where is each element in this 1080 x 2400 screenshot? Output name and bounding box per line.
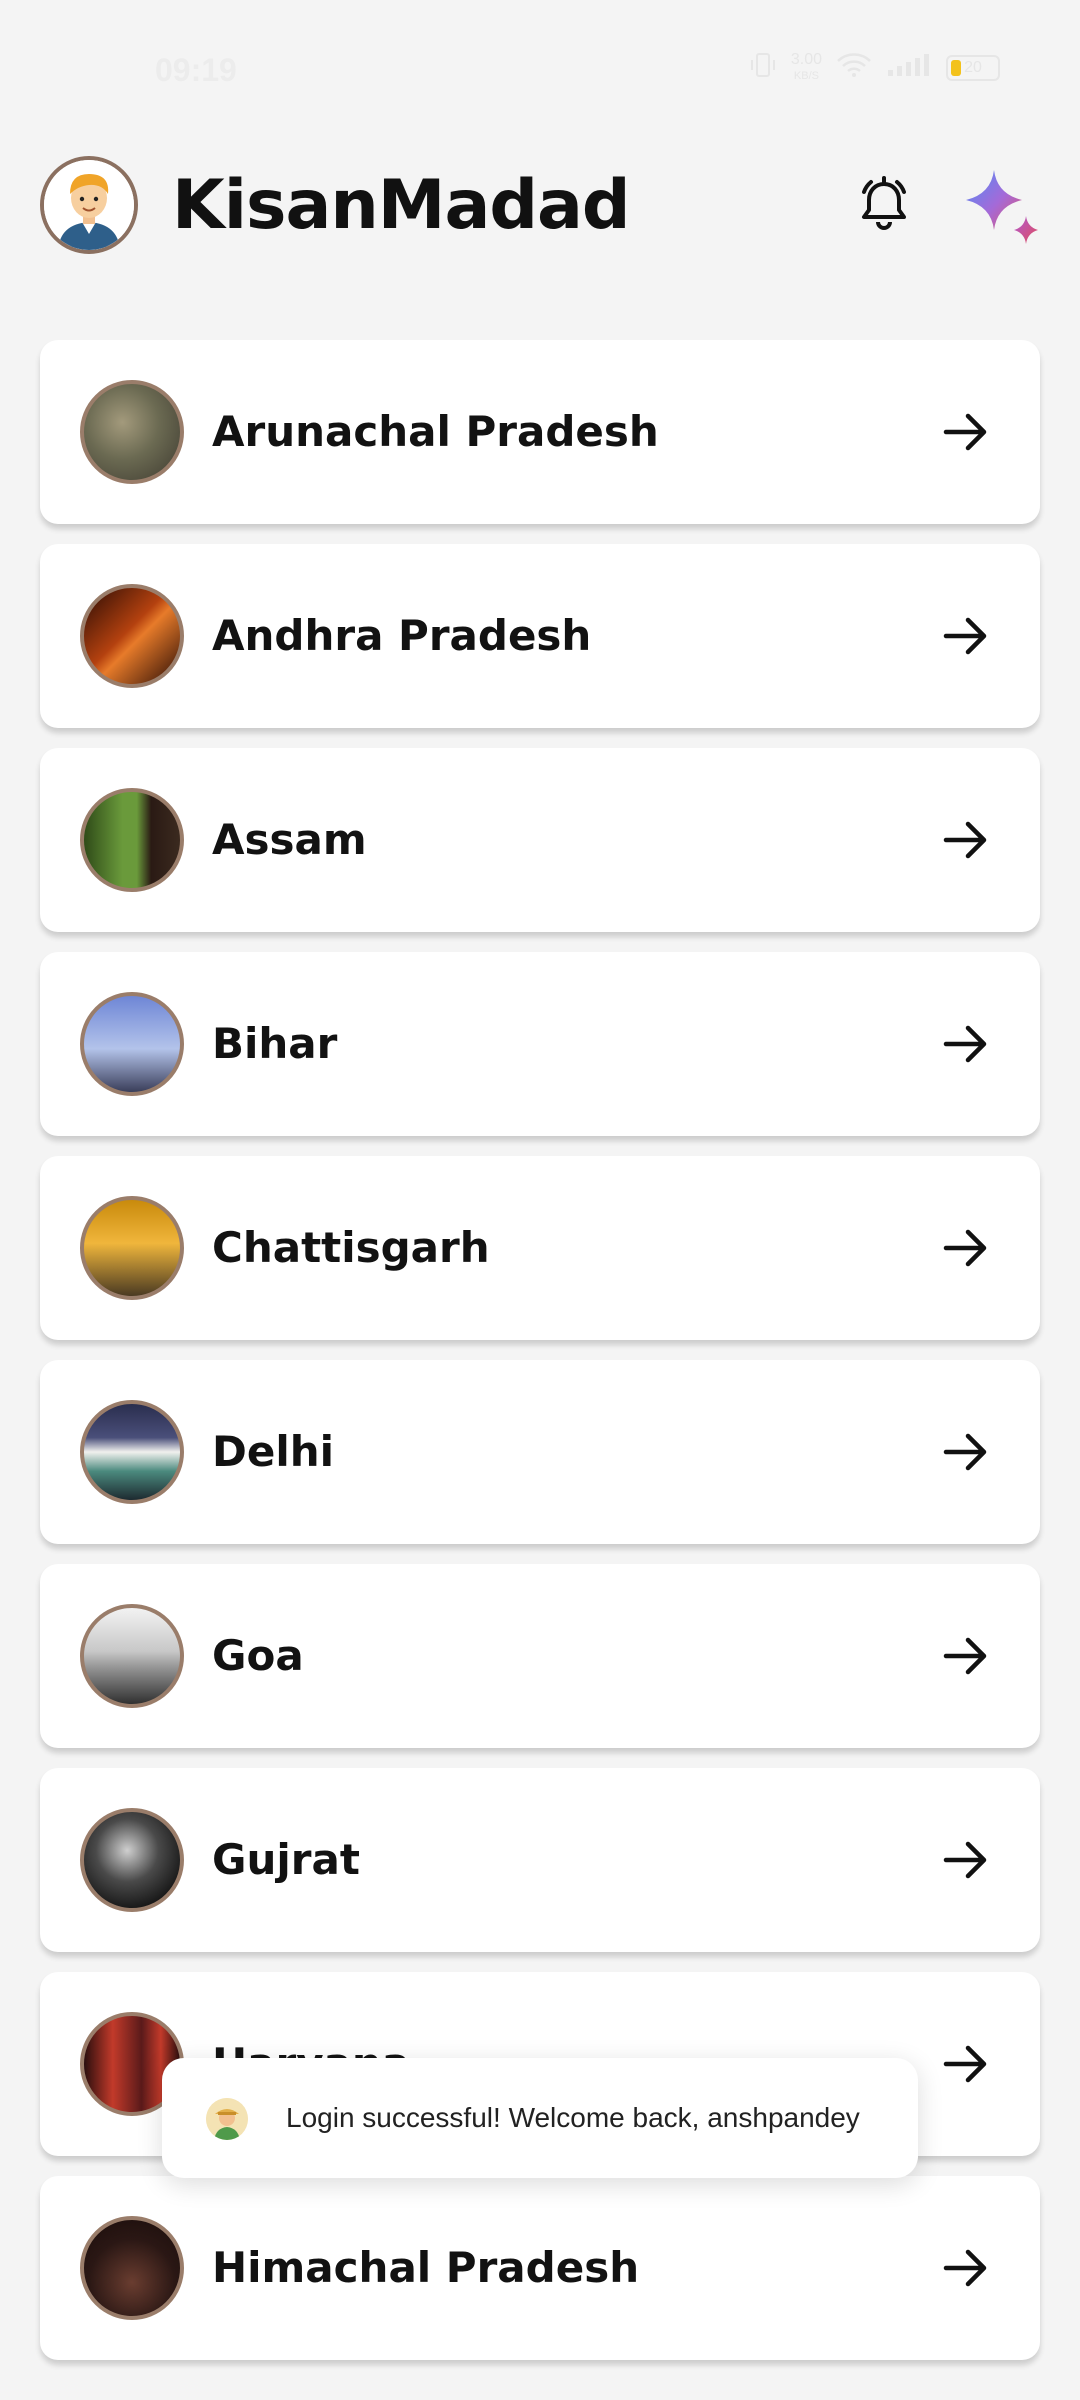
state-thumbnail (80, 380, 184, 484)
state-name: Delhi (212, 1427, 335, 1476)
signal-icon (886, 52, 932, 84)
login-toast: Login successful! Welcome back, anshpand… (162, 2058, 918, 2178)
network-speed: 3.00 KB/S (791, 52, 822, 84)
status-time: 09:19 (155, 52, 237, 88)
status-bar: 09:19 3.00 KB/S 20 (0, 0, 1080, 120)
state-name: Goa (212, 1631, 304, 1680)
state-card-bihar[interactable]: Bihar (40, 952, 1040, 1136)
battery-icon: 20 (946, 55, 1000, 81)
state-thumbnail (80, 1196, 184, 1300)
state-name: Arunachal Pradesh (212, 407, 659, 456)
status-icons: 3.00 KB/S 20 (749, 52, 1000, 84)
arrow-right-icon (943, 617, 987, 655)
app-title: KisanMadad (172, 166, 631, 245)
state-thumbnail (80, 584, 184, 688)
arrow-right-icon (943, 1841, 987, 1879)
network-speed-value: 3.00 (790, 51, 822, 68)
state-name: Himachal Pradesh (212, 2243, 640, 2292)
arrow-right-icon (943, 413, 987, 451)
state-thumbnail (80, 1604, 184, 1708)
state-card-andhra-pradesh[interactable]: Andhra Pradesh (40, 544, 1040, 728)
state-card-himachal-pradesh[interactable]: Himachal Pradesh (40, 2176, 1040, 2360)
state-card-arunachal-pradesh[interactable]: Arunachal Pradesh (40, 340, 1040, 524)
notification-bell-icon[interactable] (852, 172, 916, 236)
vibrate-icon (749, 52, 777, 84)
state-thumbnail (80, 1808, 184, 1912)
state-card-assam[interactable]: Assam (40, 748, 1040, 932)
state-thumbnail (80, 2216, 184, 2320)
farmer-toast-icon (206, 2098, 248, 2140)
state-thumbnail (80, 788, 184, 892)
arrow-right-icon (943, 2249, 987, 2287)
state-card-chattisgarh[interactable]: Chattisgarh (40, 1156, 1040, 1340)
state-card-gujrat[interactable]: Gujrat (40, 1768, 1040, 1952)
state-name: Gujrat (212, 1835, 360, 1884)
wifi-icon (836, 52, 872, 84)
state-name: Bihar (212, 1019, 338, 1068)
arrow-right-icon (943, 2045, 987, 2083)
toast-message: Login successful! Welcome back, anshpand… (286, 2102, 860, 2133)
state-name: Andhra Pradesh (212, 611, 592, 660)
state-card-delhi[interactable]: Delhi (40, 1360, 1040, 1544)
arrow-right-icon (943, 821, 987, 859)
arrow-right-icon (943, 1025, 987, 1063)
network-speed-unit: KB/S (793, 70, 819, 82)
state-name: Chattisgarh (212, 1223, 490, 1272)
arrow-right-icon (943, 1433, 987, 1471)
state-thumbnail (80, 992, 184, 1096)
farmer-avatar-icon[interactable] (40, 156, 138, 254)
app-screen: 09:19 3.00 KB/S 20 KisanMadad Arunachal … (0, 0, 1080, 2400)
state-thumbnail (80, 1400, 184, 1504)
ai-sparkle-icon[interactable] (960, 166, 1050, 256)
state-name: Assam (212, 815, 367, 864)
arrow-right-icon (943, 1229, 987, 1267)
arrow-right-icon (943, 1637, 987, 1675)
battery-level: 20 (964, 59, 982, 76)
app-header: KisanMadad (40, 150, 1040, 270)
state-card-goa[interactable]: Goa (40, 1564, 1040, 1748)
